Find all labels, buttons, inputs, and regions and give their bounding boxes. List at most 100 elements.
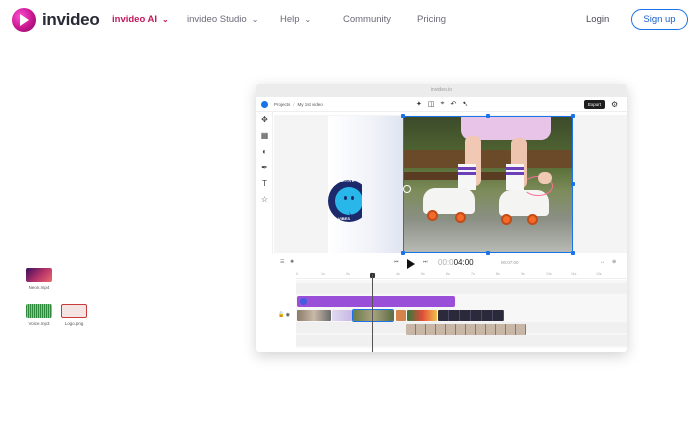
editor-window: invideo.io Projects / My 1st video ✦ ◫ ⌖ ↶…: [256, 84, 627, 352]
asset-label: Voice.mp3: [28, 321, 50, 326]
video-clip[interactable]: [396, 310, 406, 321]
split-icon[interactable]: ◫: [428, 100, 435, 108]
brand-logo[interactable]: invideo: [12, 8, 100, 32]
nav-invideo-ai-label: invideo AI: [112, 14, 158, 25]
top-nav: invideo invideo AI ⌄ invideo Studio ⌄ He…: [0, 0, 700, 40]
zoom-icon[interactable]: ⊕: [612, 259, 616, 265]
breadcrumb-projects[interactable]: Projects: [274, 102, 290, 107]
ruler-tick: 12s: [596, 272, 602, 276]
video-clip[interactable]: [297, 310, 331, 321]
video-clip[interactable]: [406, 324, 526, 335]
brand-name: invideo: [42, 10, 100, 29]
play-icon[interactable]: [407, 259, 415, 269]
ruler-tick: 0: [296, 272, 298, 276]
crop-icon[interactable]: ⌖: [441, 100, 445, 108]
breadcrumb: Projects / My 1st video: [274, 102, 323, 107]
asset-voice-audio[interactable]: Voice.mp3: [26, 304, 52, 326]
timecode-current: 04:00: [453, 258, 474, 267]
eye-icon[interactable]: ◉: [286, 312, 290, 318]
invideo-logo-icon: [12, 8, 36, 32]
resize-handle[interactable]: [401, 114, 405, 118]
pin-icon[interactable]: ➷: [462, 100, 468, 108]
smiley-icon: [335, 187, 362, 218]
playhead[interactable]: [372, 274, 373, 352]
timeline-ruler[interactable]: 0 1s 2s 3s 4s 5s 6s 7s 8s 9s 10s 11s 12s: [296, 272, 627, 279]
resize-handle[interactable]: [571, 182, 575, 186]
ruler-tick: 6s: [446, 272, 450, 276]
menu-icon[interactable]: ☰: [280, 259, 284, 265]
breadcrumb-current: My 1st video: [297, 102, 323, 107]
timeline-track[interactable]: [296, 283, 627, 294]
asset-label: Neon.mp4: [28, 285, 50, 290]
video-clip[interactable]: [438, 310, 504, 321]
gear-icon[interactable]: ⚙: [611, 100, 618, 109]
chevron-down-icon: ⌄: [304, 15, 312, 24]
playback-controls: ☰ ✹ ⏮ ⏭ 00:004:00 00:07:00 ↔ ⊕: [274, 256, 627, 270]
chevron-down-icon: ⌄: [162, 15, 169, 24]
asset-neon-video[interactable]: Neon.mp4: [26, 268, 52, 290]
fit-icon[interactable]: ↔: [600, 259, 605, 265]
ruler-tick: 8s: [496, 272, 500, 276]
nav-invideo-ai[interactable]: invideo AI ⌄: [112, 14, 169, 25]
ruler-tick: 7s: [471, 272, 475, 276]
timecode-leading: 00:0: [438, 258, 454, 267]
window-titlebar: invideo.io: [256, 84, 627, 97]
image-thumbnail: [61, 304, 87, 318]
nav-community[interactable]: Community: [343, 14, 391, 25]
move-icon[interactable]: ✥: [256, 112, 273, 128]
sticker-text-bottom: VIBES: [338, 216, 351, 221]
editor-tools: ✦ ◫ ⌖ ↶ ➷: [416, 100, 468, 108]
ruler-tick: 4s: [396, 272, 400, 276]
resize-handle[interactable]: [486, 114, 490, 118]
editor-toolbar: Projects / My 1st video ✦ ◫ ⌖ ↶ ➷ Export ⚙: [256, 97, 627, 112]
login-link[interactable]: Login: [586, 14, 609, 25]
resize-handle[interactable]: [571, 114, 575, 118]
ruler-tick: 2s: [346, 272, 350, 276]
selection-box[interactable]: [403, 116, 573, 253]
palette-icon[interactable]: ◐: [256, 144, 273, 160]
ruler-tick: 11s: [571, 272, 577, 276]
timecode: 00:004:00: [438, 258, 474, 267]
grid-icon[interactable]: ▦: [256, 128, 273, 144]
lock-icon[interactable]: 🔓: [278, 312, 284, 318]
audio-waveform-icon: [26, 304, 52, 318]
resize-handle[interactable]: [486, 251, 490, 255]
positive-vibes-sticker[interactable]: POSITIVE VIBES: [328, 178, 362, 226]
side-tool-rail: ✥ ▦ ◐ ✒ T ☆: [256, 112, 273, 254]
nav-community-label: Community: [343, 14, 392, 25]
nav-pricing[interactable]: Pricing: [417, 14, 446, 25]
text-icon[interactable]: T: [256, 176, 273, 192]
nav-help[interactable]: Help ⌄: [280, 14, 311, 25]
overlay-clip[interactable]: [297, 296, 455, 307]
nav-invideo-studio[interactable]: invideo Studio ⌄: [187, 14, 258, 25]
undo-icon[interactable]: ↶: [450, 100, 456, 108]
star-icon[interactable]: ☆: [256, 192, 273, 208]
ruler-tick: 9s: [521, 272, 525, 276]
skip-forward-icon[interactable]: ⏭: [423, 259, 428, 265]
sticker-clip-icon: [300, 298, 307, 305]
breadcrumb-separator: /: [293, 102, 295, 107]
settings-icon[interactable]: ✹: [290, 259, 294, 265]
magic-wand-icon[interactable]: ✦: [416, 100, 422, 108]
asset-label: Logo.png: [64, 321, 84, 326]
asset-logo-image[interactable]: Logo.png: [61, 304, 87, 326]
sticker-text-top: POSITIVE: [334, 178, 355, 183]
invideo-logo-icon[interactable]: [261, 101, 268, 108]
export-button[interactable]: Export: [584, 100, 605, 109]
chevron-down-icon: ⌄: [251, 15, 259, 24]
track-controls: 🔓 ◉: [278, 312, 290, 318]
nav-help-label: Help: [280, 14, 300, 25]
draw-icon[interactable]: ✒: [256, 160, 273, 176]
video-thumbnail: [26, 268, 52, 282]
skip-back-icon[interactable]: ⏮: [394, 259, 399, 265]
signup-button[interactable]: Sign up: [631, 9, 688, 30]
video-clip[interactable]: [407, 310, 437, 321]
rotate-handle-icon[interactable]: [403, 185, 411, 193]
selected-clip-outline[interactable]: [352, 309, 394, 322]
timeline-track[interactable]: [296, 335, 627, 346]
timecode-total: 00:07:00: [501, 260, 519, 265]
ruler-tick: 1s: [321, 272, 325, 276]
resize-handle[interactable]: [401, 251, 405, 255]
video-clip[interactable]: [332, 310, 352, 321]
resize-handle[interactable]: [571, 251, 575, 255]
